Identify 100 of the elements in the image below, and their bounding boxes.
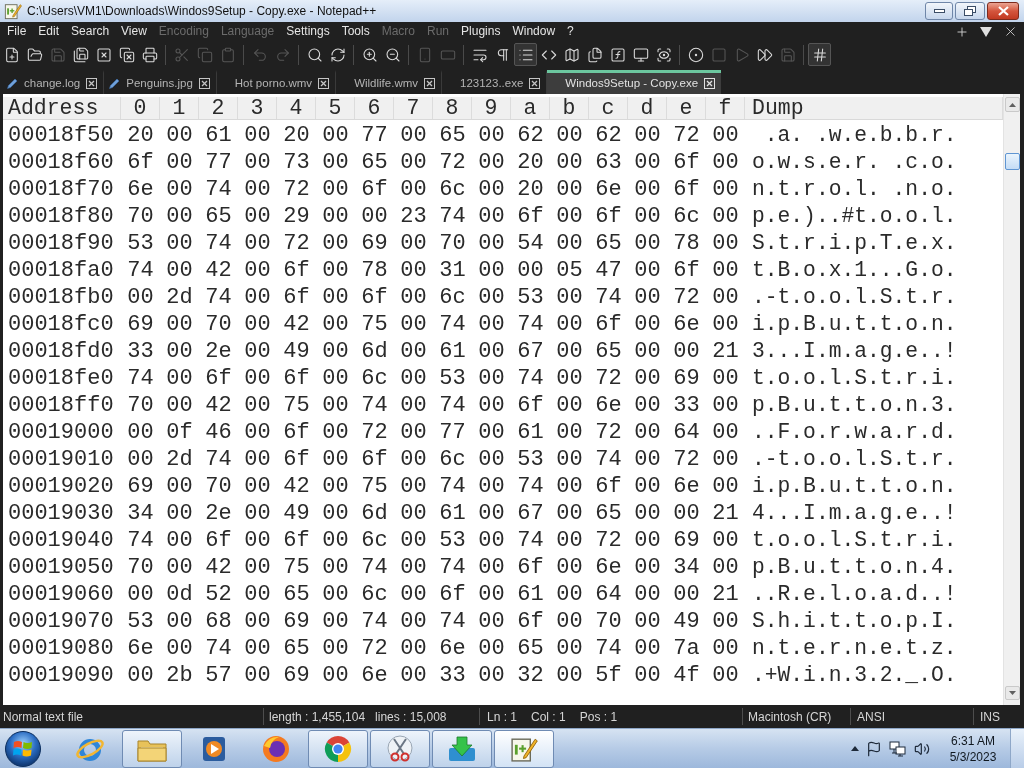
close-icon[interactable] [704, 78, 716, 89]
menu-item[interactable]: Plugins [455, 22, 507, 41]
hex-byte: 69 [283, 662, 310, 689]
hex-byte: 53 [439, 365, 466, 392]
hex-byte: 00 [712, 365, 739, 392]
menu-item[interactable]: ? [561, 22, 580, 41]
minimize-button[interactable] [925, 2, 953, 20]
scroll-down-button[interactable] [1004, 686, 1020, 700]
menu-item[interactable]: Tools [335, 22, 376, 41]
menu-item[interactable]: File [1, 22, 33, 41]
hex-byte: 00 [244, 338, 271, 365]
ascii-dump: .a. .w.e.b.b.r. [763, 122, 957, 149]
hex-byte: 70 [127, 554, 154, 581]
hex-byte: 00 [166, 500, 193, 527]
encoding: ANSI [857, 708, 885, 726]
triangle-up-icon[interactable] [851, 746, 859, 751]
taskbar-app-button[interactable] [308, 729, 368, 768]
menu-item[interactable]: Edit [32, 22, 66, 41]
hex-byte: 00 [322, 149, 349, 176]
taskbar-app-button[interactable] [122, 729, 182, 768]
menu-item[interactable]: Search [65, 22, 116, 41]
column-header: f [718, 96, 732, 120]
hex-byte: 6f [361, 284, 388, 311]
offset-address: 00018f90 [8, 230, 114, 257]
close-icon[interactable] [318, 78, 330, 89]
hex-byte: 00 [166, 473, 193, 500]
hex-byte: 74 [127, 527, 154, 554]
menu-item[interactable]: View [115, 22, 153, 41]
hex-byte: 46 [205, 419, 232, 446]
hex-byte: 00 [478, 149, 505, 176]
play-tile-icon [200, 734, 228, 763]
window-title: C:\Users\VM1\Downloads\Windos9Setup - Copy.exe - Notepad++ [27, 3, 377, 20]
hex-byte: 00 [712, 554, 739, 581]
close-icon[interactable] [424, 78, 435, 89]
taskbar-app-button[interactable] [432, 729, 492, 768]
menu-item[interactable]: Settings [280, 22, 336, 41]
add-icon[interactable] [955, 24, 969, 39]
hex-byte: 00 [244, 230, 271, 257]
file-tab[interactable]: Windos9Setup - Copy.exe [547, 70, 722, 94]
hex-byte: 00 [244, 392, 271, 419]
hex-byte: 49 [283, 500, 310, 527]
column-header: 4 [289, 96, 303, 120]
hex-byte: 6c [439, 284, 466, 311]
offset-address: 00019060 [8, 581, 114, 608]
hex-byte: 64 [595, 581, 622, 608]
hex-byte: 00 [322, 635, 349, 662]
close-icon[interactable] [198, 78, 210, 89]
taskbar-app-button[interactable] [370, 729, 430, 768]
close-icon[interactable] [1003, 24, 1018, 39]
hex-byte: 20 [517, 176, 544, 203]
taskbar-app-button[interactable] [494, 729, 554, 768]
hex-byte: 61 [439, 338, 466, 365]
hex-byte: 00 [478, 500, 505, 527]
flag-icon[interactable] [866, 740, 882, 757]
hex-byte: 74 [595, 635, 622, 662]
hex-byte: 74 [517, 311, 544, 338]
hex-byte: 00 [634, 203, 661, 230]
hex-byte: 33 [673, 392, 700, 419]
close-icon[interactable] [529, 78, 541, 89]
hex-byte: 61 [517, 581, 544, 608]
speaker-icon[interactable] [914, 740, 930, 757]
hex-byte: 00 [400, 662, 427, 689]
hex-byte: 00 [478, 419, 505, 446]
start-button[interactable] [3, 729, 43, 768]
hex-byte: 00 [634, 230, 661, 257]
pencil-icon [7, 78, 18, 89]
offset-address: 00019020 [8, 473, 114, 500]
hex-byte: 62 [517, 122, 544, 149]
hex-byte: 00 [712, 419, 739, 446]
ascii-dump: i.p.B.u.t.t.o.n. [752, 473, 957, 500]
hex-byte: 6e [361, 662, 388, 689]
hex-byte: 72 [439, 149, 466, 176]
menu-item[interactable]: Window [506, 22, 562, 41]
hex-byte: 42 [283, 473, 310, 500]
hex-byte: 00 [127, 419, 154, 446]
hex-byte: 63 [595, 149, 622, 176]
hex-byte: 72 [595, 365, 622, 392]
hex-byte: 00 [166, 608, 193, 635]
hex-byte: 00 [400, 311, 427, 338]
network-icon[interactable] [889, 740, 907, 757]
offset-address: 00018fd0 [8, 338, 114, 365]
hex-byte: 2e [205, 338, 232, 365]
hex-byte: 73 [283, 149, 310, 176]
hex-byte: 70 [127, 203, 154, 230]
hex-byte: 00 [673, 581, 700, 608]
ascii-dump: p.e.)..#t.o.o.l. [752, 203, 957, 230]
offset-address: 00018fc0 [8, 311, 114, 338]
clock-date: 5/3/2023 [949, 748, 997, 765]
hex-byte: 00 [127, 581, 154, 608]
close-icon[interactable] [86, 78, 98, 89]
triangle-down-icon[interactable] [980, 26, 992, 37]
close-button[interactable] [987, 2, 1019, 20]
scrollbar-thumb[interactable] [1004, 153, 1020, 170]
scroll-up-button[interactable] [1004, 97, 1020, 112]
hex-byte: 61 [439, 500, 466, 527]
offset-address: 00019080 [8, 635, 114, 662]
restore-button[interactable] [955, 2, 985, 20]
hex-byte: 00 [166, 554, 193, 581]
hex-byte: 00 [556, 392, 583, 419]
hex-byte: 00 [400, 257, 427, 284]
